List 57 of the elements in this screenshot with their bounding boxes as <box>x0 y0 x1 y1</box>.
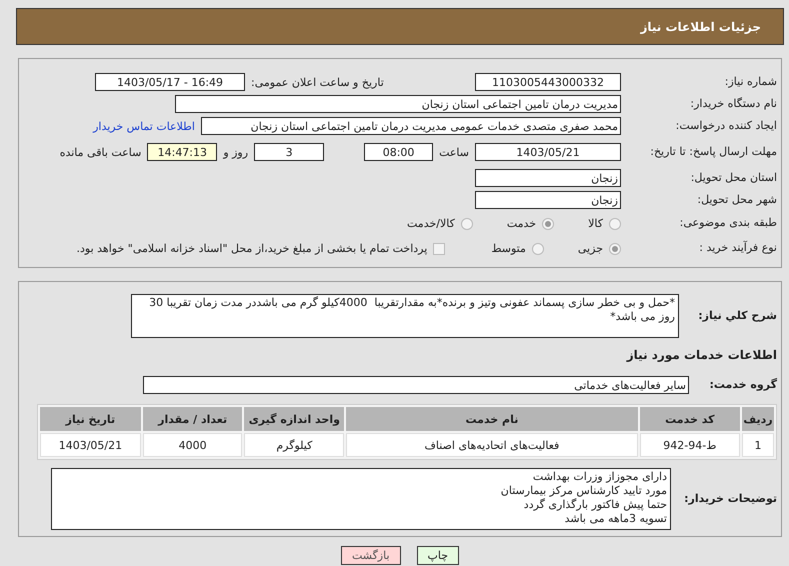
service-group-field[interactable]: سایر فعالیت‌های خدماتی <box>143 376 689 394</box>
announce-date-field[interactable]: 1403/05/17 - 16:49 <box>95 73 245 91</box>
field-label: ایجاد کننده درخواست: <box>674 120 777 132</box>
radio-button[interactable] <box>532 242 544 254</box>
print-button[interactable]: چاپ <box>416 546 460 565</box>
column-header: واحد اندازه گیری <box>244 407 344 431</box>
field-label: شماره نیاز: <box>724 76 777 88</box>
column-header: ردیف <box>742 407 774 431</box>
column-header: تاریخ نیاز <box>40 407 141 431</box>
remaining-label: ساعت باقی مانده <box>60 146 142 158</box>
time-label: ساعت <box>439 146 469 158</box>
field-label: شهر محل تحویل: <box>696 194 777 206</box>
table-cell: ط-94-942 <box>640 433 740 457</box>
field-label: توضیحات خریدار: <box>683 492 777 506</box>
deadline-time-field[interactable]: 08:00 <box>364 143 434 161</box>
table-cell: فعالیت‌های اتحادیه‌های اصناف <box>346 433 638 457</box>
field-label: نام دستگاه خریدار: <box>689 98 777 110</box>
need-number-field[interactable]: 1103005443000332 <box>475 73 621 91</box>
buyer-field[interactable]: مدیریت درمان تامین اجتماعی استان زنجان <box>175 95 621 113</box>
field-label: مهلت ارسال پاسخ: تا تاریخ: <box>649 146 777 158</box>
deadline-date-field[interactable]: 1403/05/21 <box>475 143 621 161</box>
summary-field[interactable]: *حمل و بی خطر سازی پسماند عفونی وتیز و برنده*به مقدارتقریبا 4000کیلو گرم می باشددر مدت زمان تقریبا 30 روز می باشد* <box>131 294 679 338</box>
buyer-notes-field[interactable]: دارای مجوزاز وزرات بهداشت مورد تایید کارشناس مرکز بیمارستان حتما پیش فاکتور بارگذاری گردد تسویه 3ماهه می باشد <box>51 468 671 530</box>
field-label: طبقه بندی موضوعی: <box>678 217 777 230</box>
table-cell: کیلوگرم <box>244 433 344 457</box>
radio-label: متوسط <box>491 242 526 255</box>
province-field[interactable]: زنجان <box>475 169 621 187</box>
radio-label: خدمت <box>506 217 536 230</box>
creator-field[interactable]: محمد صفری متصدی خدمات عمومی مدیریت درمان تامین اجتماعی استان زنجان <box>201 117 621 135</box>
radio-label: کالا <box>588 217 603 230</box>
days-label: روز و <box>223 146 248 158</box>
back-button[interactable]: بازگشت <box>340 546 401 565</box>
radio-button[interactable] <box>609 242 621 254</box>
field-label: تاریخ و ساعت اعلان عمومی: <box>251 76 384 88</box>
radio-button[interactable] <box>609 218 621 230</box>
column-header: تعداد / مقدار <box>142 407 242 431</box>
field-label: استان محل تحویل: <box>690 172 777 184</box>
radio-label: کالا/خدمت <box>407 217 455 230</box>
remaining-time-field[interactable]: 14:47:13 <box>147 143 218 161</box>
field-label: گروه خدمت: <box>708 378 777 392</box>
column-header: نام خدمت <box>346 407 638 431</box>
page-header: جزئیات اطلاعات نیاز <box>16 8 784 45</box>
column-header: کد خدمت <box>640 407 740 431</box>
table-cell: 1403/05/21 <box>40 433 141 457</box>
contact-link[interactable]: اطلاعات تماس خریدار <box>93 120 195 132</box>
city-field[interactable]: زنجان <box>475 191 621 209</box>
table-cell: 4000 <box>142 433 242 457</box>
field-label: نوع فرآیند خرید : <box>698 242 777 255</box>
checkbox[interactable] <box>433 242 446 254</box>
days-field[interactable]: 3 <box>254 143 324 161</box>
section-title: اطلاعات خدمات مورد نیاز <box>625 348 777 362</box>
table-cell: 1 <box>742 433 774 457</box>
radio-label: جزیی <box>578 242 603 255</box>
field-label: شرح کلي نياز: <box>697 310 777 322</box>
radio-button[interactable] <box>542 218 554 230</box>
radio-button[interactable] <box>460 218 473 230</box>
checkbox-label: پرداخت تمام یا بخشی از مبلغ خرید،از محل "اسناد خزانه اسلامی" خواهد بود. <box>76 242 428 255</box>
